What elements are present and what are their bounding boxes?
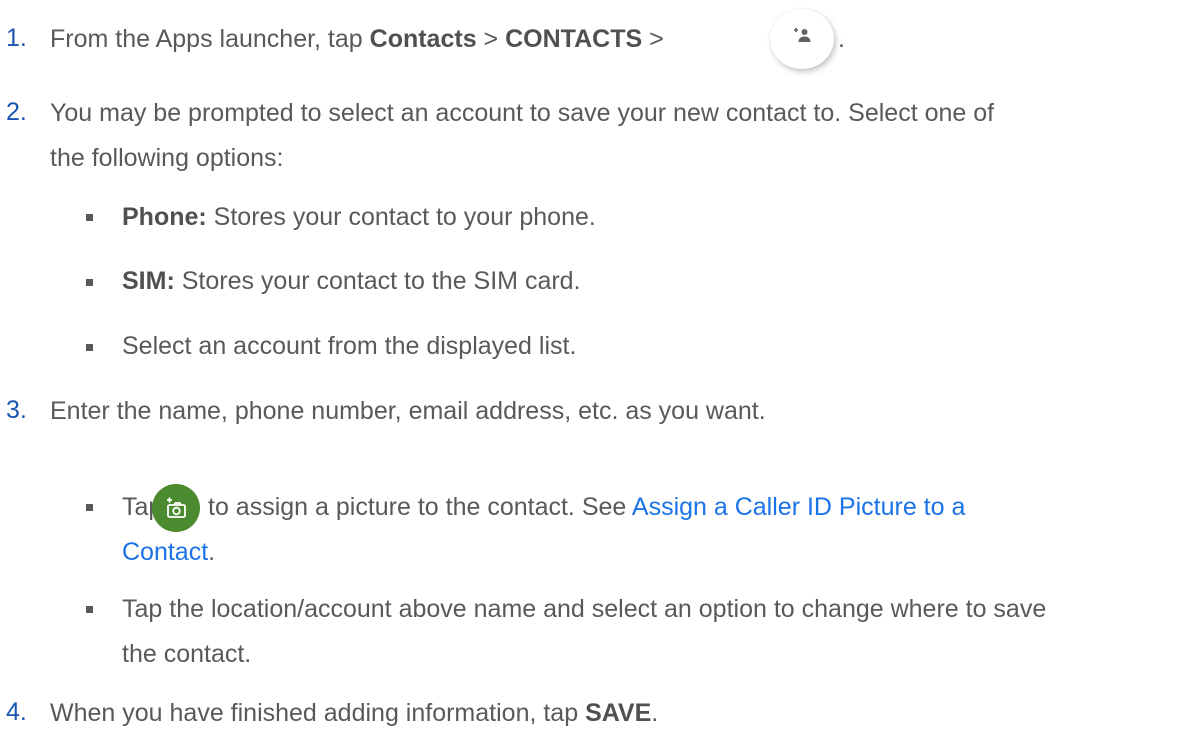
step-4-pre: When you have finished adding informatio… (50, 699, 586, 727)
step-1-contacts: Contacts (369, 25, 477, 53)
step-1-end: . (838, 25, 845, 53)
step-1-sep1: > (476, 25, 506, 53)
step-3-location-line2: the contact. (122, 640, 252, 668)
step-4-save: SAVE (585, 699, 652, 727)
bullet-marker (86, 504, 93, 511)
instruction-document: 1. From the Apps launcher, tap Contacts … (0, 0, 1194, 746)
option-sim-desc: Stores your contact to the SIM card. (174, 267, 581, 295)
option-account: Select an account from the displayed lis… (122, 332, 577, 360)
step-1-sep2: > (642, 25, 664, 53)
option-sim-label: SIM: (122, 267, 175, 295)
step-1-contacts-tab: CONTACTS (505, 25, 643, 53)
add-photo-icon (152, 484, 200, 532)
bullet-marker (86, 344, 93, 351)
step-3-link-end: . (208, 538, 216, 566)
step-4-number: 4. (6, 698, 27, 726)
option-sim: SIM: Stores your contact to the SIM card… (122, 262, 581, 301)
caller-id-link[interactable]: Assign a Caller ID Picture to a (632, 493, 965, 521)
step-1-number: 1. (6, 24, 27, 52)
step-3-location-line1: Tap the location/account above name and … (122, 595, 1047, 623)
add-contact-icon (770, 9, 834, 69)
bullet-marker (86, 279, 93, 286)
bullet-marker (86, 606, 93, 613)
step-3-number: 3. (6, 396, 27, 424)
option-phone-desc: Stores your contact to your phone. (206, 203, 596, 231)
step-4-end: . (651, 699, 659, 727)
step-4-text: When you have finished adding informatio… (50, 694, 658, 733)
step-3-line1: Enter the name, phone number, email addr… (50, 397, 766, 425)
bullet-marker (86, 214, 93, 221)
step-3-tap-desc: to assign a picture to the contact. See (208, 493, 632, 521)
option-phone: Phone: Stores your contact to your phone… (122, 198, 596, 237)
step-3-tap-post: to assign a picture to the contact. See … (208, 488, 965, 527)
step-2-line2: the following options: (50, 144, 284, 172)
caller-id-link-contact[interactable]: Contact (122, 538, 208, 566)
option-phone-label: Phone: (122, 203, 207, 231)
step-3-link-line2: Contact. (122, 533, 215, 572)
step-1-pre: From the Apps launcher, tap (50, 25, 370, 53)
step-2-line1: You may be prompted to select an account… (50, 99, 995, 127)
step-2-number: 2. (6, 98, 27, 126)
step-1-text: From the Apps launcher, tap Contacts > C… (50, 20, 664, 59)
